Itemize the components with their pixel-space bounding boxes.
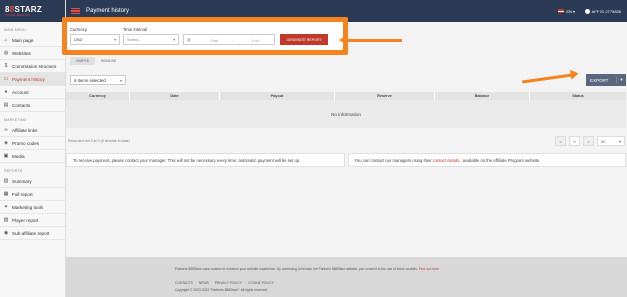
sidebar-item-label: Commission structure (12, 63, 57, 69)
user-icon: ● (4, 89, 8, 95)
sidebar-item-contacts[interactable]: ▤ Contacts (0, 99, 65, 112)
footer: Partners 888Starz uses cookies to enhanc… (66, 257, 627, 297)
table-header: Currency Date Payout Reserve Balance Sta… (66, 92, 626, 100)
home-icon: ⌂ (4, 37, 8, 43)
account-menu[interactable]: AFF ID 2775836 (584, 8, 621, 14)
report-icon: ▦ (3, 191, 9, 197)
sidebar-item-commission-structure[interactable]: $ Commission structure (0, 60, 65, 73)
sidebar-item-label: Contacts (12, 102, 31, 108)
column-header-currency[interactable]: Currency (66, 92, 130, 100)
annotation-arrow-left (339, 35, 402, 45)
sidebar-item-label: Media (12, 153, 25, 159)
sidebar-item-label: Main page (12, 37, 34, 43)
brand-logo[interactable]: 88STARZ YOUR BRAND (0, 0, 65, 22)
contact-details-link[interactable]: contact details (433, 158, 460, 163)
account-id: AFF ID 2775836 (591, 8, 621, 14)
footer-link-news[interactable]: NEWS (199, 281, 209, 285)
sidebar-item-main-page[interactable]: ⌂ Main page (0, 34, 65, 47)
credit-card-icon: ▭ (3, 76, 9, 82)
menu-icon[interactable] (71, 7, 80, 15)
sidebar-item-marketing-tools[interactable]: ✦ Marketing tools (0, 201, 65, 214)
chart-icon: ▥ (3, 178, 9, 184)
find-out-more-link[interactable]: Find out more (419, 267, 439, 271)
sidebar-item-account[interactable]: ● Account (0, 86, 65, 99)
tab-bar: SIMPLE BONUSE (66, 54, 122, 65)
sidebar-item-label: Affiliate links (12, 127, 38, 133)
chevron-down-icon: ▾ (616, 77, 626, 83)
next-page-button[interactable]: > (583, 136, 594, 146)
tab-simple[interactable]: SIMPLE (70, 57, 96, 65)
sidebar-item-affiliate-links[interactable]: ∞ Affiliate links (0, 124, 65, 137)
dollar-icon: $ (4, 63, 8, 69)
footer-link-contacts[interactable]: CONTACTS (175, 281, 193, 285)
sidebar-section-title: REPORTS (4, 169, 23, 173)
chevron-down-icon: ▾ (571, 8, 575, 14)
sidebar-item-websites[interactable]: ◍ Websites (0, 47, 65, 60)
page-title: Payment history (86, 8, 130, 14)
sidebar-item-label: Websites (12, 50, 31, 56)
records-count: Records from 0 to 0 (0 records in total) (68, 139, 130, 143)
annotation-highlight-box (62, 17, 348, 55)
sidebar-item-promo-codes[interactable]: ◈ Promo codes (0, 137, 65, 150)
column-header-date[interactable]: Date (130, 92, 220, 100)
sidebar-item-label: Summary (12, 178, 32, 184)
brand-tagline: YOUR BRAND (5, 13, 31, 17)
sidebar-item-label: Account (12, 89, 29, 95)
prev-page-button[interactable]: < (555, 136, 566, 146)
export-button[interactable]: EXPORT ▾ (586, 74, 626, 86)
contacts-icon: ▤ (3, 102, 9, 108)
sidebar-item-label: Marketing tools (12, 204, 44, 210)
columns-select[interactable]: 6 items selected ▾ (70, 75, 126, 85)
sidebar-section-title: MARKETING (4, 118, 27, 122)
sidebar-item-summary[interactable]: ▥ Summary (0, 175, 65, 188)
sidebar-item-label: Sub-affiliate report (12, 230, 50, 236)
contact-info-message: You can contact our managers using their… (347, 153, 626, 167)
network-icon: ◉ (3, 230, 9, 236)
footer-link-cookie-policy[interactable]: COOKIE POLICY (248, 281, 274, 285)
player-icon: ▧ (3, 217, 9, 223)
copyright: Copyright © 2023-2023 "Partners 888Starz… (175, 288, 268, 292)
flag-icon (558, 9, 565, 13)
sidebar-item-player-report[interactable]: ▧ Player report (0, 214, 65, 227)
footer-links: CONTACTS NEWS PRIVACY POLICY COOKIE POLI… (175, 281, 274, 285)
sidebar-item-label: Full report (12, 191, 33, 197)
sidebar-item-label: Promo codes (12, 140, 40, 146)
language-selector[interactable]: EN ▾ (558, 9, 575, 14)
media-icon: ▣ (3, 153, 9, 159)
sidebar: 88STARZ YOUR BRAND MAIN MENU ⌂ Main page ◍ W… (0, 0, 66, 297)
tag-icon: ◈ (4, 140, 8, 146)
column-header-status[interactable]: Status (530, 92, 626, 100)
sidebar-item-full-report[interactable]: ▦ Full report (0, 188, 65, 201)
info-row: To receive payment, please contact your … (66, 153, 626, 167)
payment-info-message: To receive payment, please contact your … (66, 153, 345, 167)
sidebar-item-label: Player report (12, 217, 39, 223)
empty-table-message: No information (66, 100, 626, 128)
cookie-notice: Partners 888Starz uses cookies to enhanc… (175, 267, 440, 271)
sidebar-item-label: Payment history (12, 76, 45, 82)
chevron-down-icon: ▾ (618, 138, 621, 144)
link-icon: ∞ (4, 127, 8, 133)
sidebar-item-payment-history[interactable]: ▭ Payment history (0, 73, 65, 86)
sidebar-section-title: MAIN MENU (4, 28, 26, 32)
footer-link-privacy-policy[interactable]: PRIVACY POLICY (215, 281, 242, 285)
per-page-select[interactable]: 50 ▾ (597, 136, 625, 146)
main-content: Currency USD ▾ Time Interval Select... ▾… (66, 22, 627, 257)
tab-bonuse[interactable]: BONUSE (95, 57, 122, 65)
column-header-reserve[interactable]: Reserve (335, 92, 435, 100)
column-header-payout[interactable]: Payout (220, 92, 335, 100)
tools-icon: ✦ (3, 204, 9, 210)
chevron-down-icon: ▾ (119, 77, 122, 83)
user-icon (584, 8, 590, 14)
column-header-balance[interactable]: Balance (435, 92, 530, 100)
sidebar-item-media[interactable]: ▣ Media (0, 150, 65, 163)
sidebar-item-sub-affiliate-report[interactable]: ◉ Sub-affiliate report (0, 227, 65, 240)
globe-icon: ◍ (3, 50, 9, 56)
current-page: 0 (569, 136, 580, 146)
